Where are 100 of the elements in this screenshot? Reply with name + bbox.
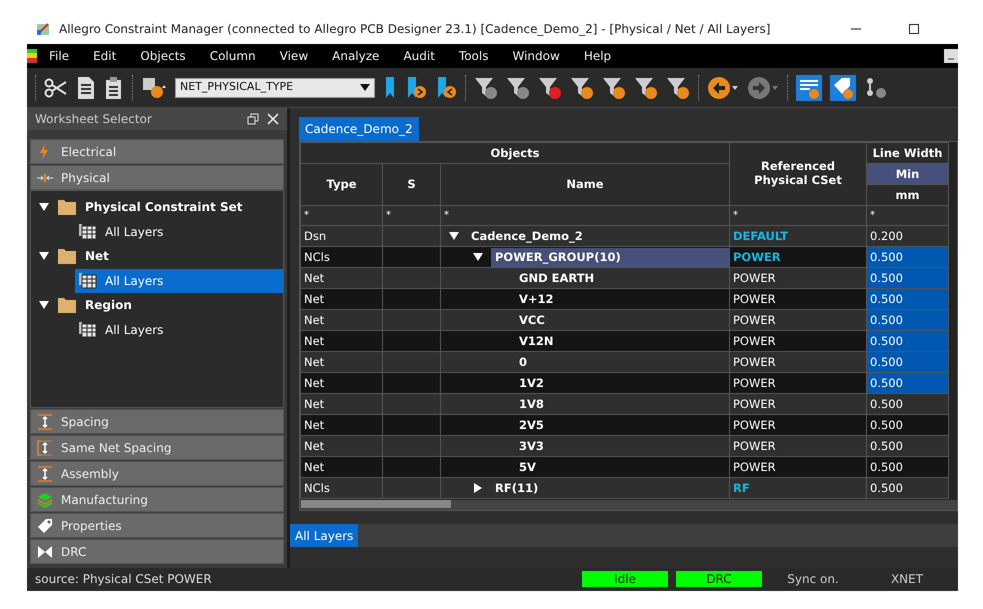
table-cell[interactable]: 0.500 (866, 246, 948, 268)
tag-icon[interactable] (830, 74, 856, 100)
caret-icon (360, 84, 370, 92)
scrollbar-thumb[interactable] (301, 500, 451, 508)
document-tab[interactable]: Cadence_Demo_2 (299, 117, 419, 141)
section-header[interactable]: DRC (30, 539, 284, 564)
filter-icon[interactable] (538, 76, 562, 100)
search-settings-icon[interactable] (141, 76, 167, 100)
bookmark-previous-icon[interactable] (435, 76, 457, 100)
table-cell: Net (300, 436, 382, 456)
caret-icon[interactable] (39, 202, 49, 212)
menu-item[interactable]: Audit (391, 47, 447, 65)
minimize-icon[interactable] (944, 49, 958, 63)
tree-item[interactable]: All Layers (75, 268, 283, 293)
filter-cell[interactable]: * (300, 206, 382, 226)
table-cell: POWER (730, 268, 866, 288)
table-cell: Net (300, 394, 382, 414)
tree-item[interactable]: POWER_GROUP(10) (491, 248, 728, 266)
table-cell[interactable]: 0.500 (866, 414, 948, 436)
app-menu-icon[interactable] (27, 49, 37, 63)
section-header[interactable]: Physical (30, 165, 284, 190)
bookmark-next-icon[interactable] (405, 76, 427, 100)
worksheet-tab[interactable]: All Layers (290, 524, 358, 547)
status-text: source: Physical CSet POWER (34, 571, 213, 588)
filter-icon[interactable] (666, 76, 690, 100)
menu-item[interactable]: Edit (81, 47, 128, 65)
dropdown-field[interactable]: NET_PHYSICAL_TYPE (175, 78, 375, 98)
table-cell: Net (300, 288, 382, 310)
column-header: Type (300, 164, 382, 206)
table-cell[interactable]: 0.500 (866, 352, 948, 372)
tree-item[interactable]: Net (85, 247, 109, 266)
undo-icon[interactable] (707, 76, 739, 100)
unit-header: mm (866, 184, 948, 206)
caret-icon[interactable] (473, 252, 483, 262)
filter-cell[interactable]: * (730, 206, 866, 226)
menu-item[interactable]: Objects (128, 47, 198, 65)
table-cell: POWER (730, 330, 866, 352)
maximize-icon[interactable] (908, 23, 920, 35)
scissors-icon[interactable] (44, 76, 68, 100)
section-header[interactable]: Manufacturing (30, 487, 284, 512)
table-icon (79, 322, 97, 338)
section-header[interactable]: Same Net Spacing (30, 435, 284, 460)
table-cell: Net (300, 456, 382, 478)
table-cell: Dsn (300, 226, 382, 246)
table-cell: Net (300, 414, 382, 436)
bookmark-icon[interactable] (383, 76, 397, 100)
menu-item[interactable]: Help (572, 47, 624, 65)
table-cell[interactable]: 0.500 (866, 456, 948, 478)
spacing-icon (37, 414, 53, 430)
table-cell[interactable]: 0.500 (866, 268, 948, 288)
spacing-icon (37, 466, 53, 482)
table-cell[interactable]: 0.500 (866, 394, 948, 414)
filter-icon[interactable] (506, 76, 530, 100)
table-cell[interactable]: 0.200 (866, 226, 948, 246)
restore-icon[interactable] (247, 113, 259, 125)
section-header[interactable]: Electrical (30, 139, 284, 164)
status-indicator: Sync on. (786, 571, 840, 587)
table-cell[interactable]: 0.500 (866, 288, 948, 310)
menu-item[interactable]: Analyze (320, 47, 392, 65)
menu-item[interactable]: View (268, 47, 320, 65)
table-cell[interactable]: 0.500 (866, 310, 948, 330)
table-cell[interactable]: 0.500 (866, 478, 948, 498)
caret-icon[interactable] (39, 300, 49, 310)
caret-icon[interactable] (449, 231, 459, 241)
tree-item[interactable]: Physical Constraint Set (85, 198, 242, 216)
menu-item[interactable]: Window (500, 47, 572, 65)
redo-icon[interactable] (747, 76, 779, 100)
document-icon[interactable] (76, 76, 96, 100)
table-cell[interactable]: 0.500 (866, 372, 948, 394)
table-cell[interactable]: 0.500 (866, 436, 948, 456)
filter-icon[interactable] (602, 76, 626, 100)
layers-icon (37, 492, 53, 508)
filter-icon[interactable] (474, 76, 498, 100)
tree-item[interactable]: Region (85, 296, 132, 314)
section-header[interactable]: Properties (30, 513, 284, 538)
table-cell: POWER (730, 288, 866, 310)
tree-item[interactable]: All Layers (75, 318, 283, 342)
section-header[interactable]: Assembly (30, 461, 284, 486)
network-icon[interactable] (864, 76, 888, 100)
filter-icon[interactable] (634, 76, 658, 100)
filter-icon[interactable] (570, 76, 594, 100)
table-cell[interactable]: 0.500 (866, 330, 948, 352)
caret-icon[interactable] (473, 483, 483, 493)
list-icon[interactable] (796, 74, 822, 100)
table-cell: POWER (730, 414, 866, 436)
tree-item[interactable]: All Layers (75, 220, 283, 244)
table-cell: Net (300, 330, 382, 352)
menu-item[interactable]: Column (198, 47, 268, 65)
caret-icon[interactable] (39, 251, 49, 262)
close-icon[interactable] (267, 113, 279, 125)
column-header: Line Width (866, 142, 948, 164)
status-indicator: XNET (890, 571, 924, 587)
clipboard-icon[interactable] (104, 76, 124, 100)
filter-cell[interactable]: * (382, 206, 440, 226)
menu-item[interactable]: File (37, 47, 82, 65)
filter-cell[interactable]: * (866, 206, 948, 226)
menu-item[interactable]: Tools (446, 47, 500, 65)
section-header[interactable]: Spacing (30, 409, 284, 434)
filter-cell[interactable]: * (440, 206, 730, 226)
app-icon (35, 21, 51, 37)
